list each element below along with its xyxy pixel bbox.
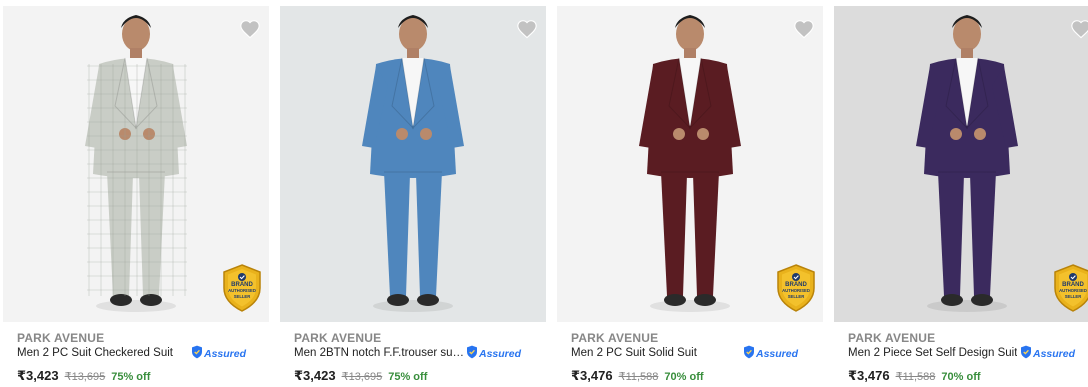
assured-label: Assured — [479, 348, 522, 360]
discount-label: 70% off — [941, 371, 981, 383]
assured-shield-icon — [191, 345, 203, 364]
seal-text: SELLER — [787, 294, 805, 299]
assured-badge: Assured — [466, 345, 522, 364]
original-price: ₹13,695 — [64, 371, 106, 383]
seal-text: SELLER — [1064, 294, 1082, 299]
product-card[interactable]: BRAND AUTHORISED SELLER PARK AVENUE Men … — [3, 0, 269, 387]
selling-price: ₹3,476 — [848, 368, 890, 383]
discount-label: 75% off — [388, 371, 428, 383]
wishlist-heart-icon[interactable] — [516, 18, 538, 40]
original-price: ₹11,588 — [895, 371, 936, 383]
assured-shield-icon — [1020, 345, 1032, 364]
assured-label: Assured — [204, 348, 247, 360]
assured-label: Assured — [756, 348, 799, 360]
product-card[interactable]: PARK AVENUE Men 2BTN notch F.F.trouser s… — [280, 0, 546, 387]
price-row: ₹3,476 ₹11,588 70% off — [571, 368, 704, 384]
assured-badge: Assured — [1020, 345, 1076, 364]
product-image[interactable] — [834, 6, 1088, 322]
product-card[interactable]: BRAND AUTHORISED SELLER PARK AVENUE Men … — [834, 0, 1088, 387]
product-brand: PARK AVENUE — [294, 331, 382, 345]
price-row: ₹3,423 ₹13,695 75% off — [294, 368, 427, 384]
product-image-wrap[interactable] — [280, 6, 546, 322]
selling-price: ₹3,476 — [571, 368, 613, 383]
product-brand: PARK AVENUE — [848, 331, 936, 345]
product-title[interactable]: Men 2 PC Suit Solid Suit — [571, 347, 697, 359]
brand-authorised-seller-seal: BRAND AUTHORISED SELLER — [1052, 264, 1088, 312]
assured-badge: Assured — [191, 345, 247, 364]
product-grid: BRAND AUTHORISED SELLER PARK AVENUE Men … — [0, 0, 1088, 387]
selling-price: ₹3,423 — [17, 368, 59, 383]
wishlist-heart-icon[interactable] — [239, 18, 261, 40]
assured-badge: Assured — [743, 345, 799, 364]
wishlist-heart-icon[interactable] — [1070, 18, 1088, 40]
product-title[interactable]: Men 2BTN notch F.F.trouser sup... — [294, 347, 466, 359]
original-price: ₹11,588 — [618, 371, 659, 383]
selling-price: ₹3,423 — [294, 368, 336, 383]
product-image[interactable] — [280, 6, 546, 322]
discount-label: 75% off — [111, 371, 151, 383]
product-brand: PARK AVENUE — [571, 331, 659, 345]
product-title[interactable]: Men 2 PC Suit Checkered Suit — [17, 347, 173, 359]
product-brand: PARK AVENUE — [17, 331, 105, 345]
wishlist-heart-icon[interactable] — [793, 18, 815, 40]
brand-authorised-seller-seal: BRAND AUTHORISED SELLER — [221, 264, 263, 312]
original-price: ₹13,695 — [341, 371, 383, 383]
product-card[interactable]: BRAND AUTHORISED SELLER PARK AVENUE Men … — [557, 0, 823, 387]
seal-text: SELLER — [233, 294, 251, 299]
assured-shield-icon — [466, 345, 478, 364]
product-image-wrap[interactable] — [834, 6, 1088, 322]
price-row: ₹3,423 ₹13,695 75% off — [17, 368, 150, 384]
assured-shield-icon — [743, 345, 755, 364]
brand-authorised-seller-seal: BRAND AUTHORISED SELLER — [775, 264, 817, 312]
price-row: ₹3,476 ₹11,588 70% off — [848, 368, 981, 384]
assured-label: Assured — [1033, 348, 1076, 360]
product-title[interactable]: Men 2 Piece Set Self Design Suit — [848, 347, 1017, 359]
discount-label: 70% off — [664, 371, 704, 383]
